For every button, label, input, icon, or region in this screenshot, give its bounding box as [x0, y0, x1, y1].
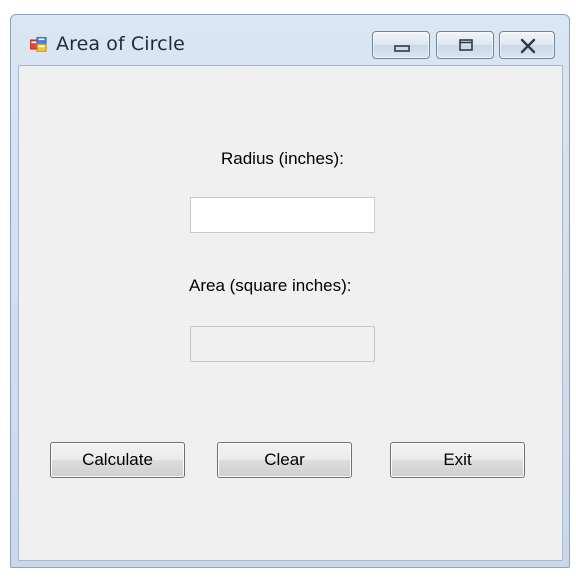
maximize-icon [459, 39, 473, 51]
calculate-button[interactable]: Calculate [50, 442, 185, 478]
minimize-button[interactable] [372, 31, 430, 59]
exit-button[interactable]: Exit [390, 442, 525, 478]
window-title: Area of Circle [56, 33, 185, 55]
title-bar[interactable]: Area of Circle [11, 15, 569, 65]
maximize-button[interactable] [436, 31, 494, 59]
clear-button[interactable]: Clear [217, 442, 352, 478]
form-client-area: Radius (inches): Area (square inches): C… [18, 65, 563, 561]
close-icon [520, 38, 536, 54]
area-output [190, 326, 375, 362]
close-button[interactable] [499, 31, 555, 59]
minimize-icon [394, 45, 410, 52]
area-label: Area (square inches): [189, 276, 352, 295]
radius-input[interactable] [190, 197, 375, 233]
app-window: Area of Circle Radius (inches): Area (sq… [10, 14, 570, 568]
radius-label: Radius (inches): [221, 149, 344, 168]
windows-form-icon [29, 36, 47, 53]
